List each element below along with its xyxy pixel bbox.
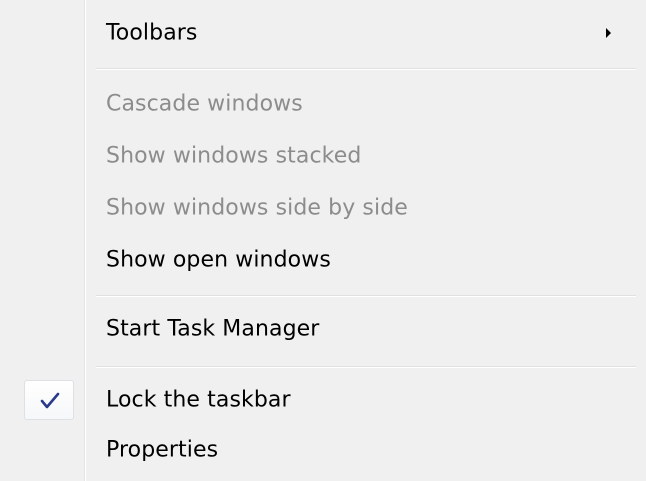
- menu-item-label: Show open windows: [106, 247, 331, 273]
- menu-separator: [96, 295, 636, 296]
- checked-indicator: [24, 380, 74, 420]
- menu-separator: [96, 366, 636, 367]
- menu-item-show-windows-stacked[interactable]: Show windows stacked: [0, 134, 640, 178]
- menu-item-lock-the-taskbar[interactable]: Lock the taskbar: [0, 378, 640, 422]
- menu-item-label: Lock the taskbar: [106, 387, 291, 413]
- menu-item-cascade-windows[interactable]: Cascade windows: [0, 82, 640, 126]
- menu-item-label: Start Task Manager: [106, 316, 320, 342]
- menu-item-show-open-windows[interactable]: Show open windows: [0, 238, 640, 282]
- menu-item-label: Properties: [106, 437, 219, 463]
- menu-item-label: Toolbars: [106, 20, 198, 46]
- menu-item-toolbars[interactable]: Toolbars: [0, 11, 640, 55]
- menu-separator: [96, 68, 636, 69]
- menu-item-label: Show windows stacked: [106, 143, 362, 169]
- menu-item-label: Cascade windows: [106, 91, 303, 117]
- submenu-arrow-icon: [606, 28, 611, 38]
- menu-item-show-windows-side-by-side[interactable]: Show windows side by side: [0, 186, 640, 230]
- taskbar-context-menu: Toolbars Cascade windows Show windows st…: [0, 0, 646, 481]
- menu-item-label: Show windows side by side: [106, 195, 408, 221]
- menu-item-start-task-manager[interactable]: Start Task Manager: [0, 307, 640, 351]
- checkmark-icon: [40, 392, 60, 409]
- menu-item-properties[interactable]: Properties: [0, 428, 640, 472]
